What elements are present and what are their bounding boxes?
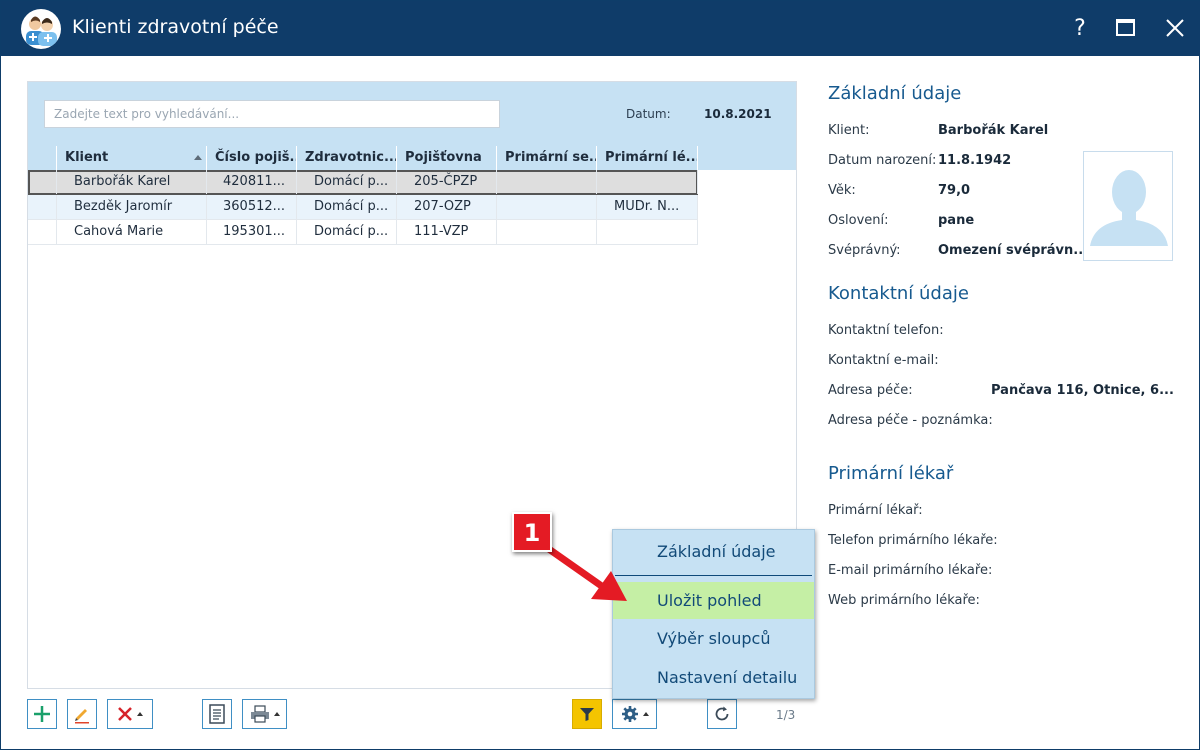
refresh-button[interactable]: [707, 699, 737, 729]
print-button[interactable]: [242, 699, 287, 729]
cell-health-care: Domácí p...: [297, 170, 397, 194]
field-value-birth-date: 11.8.1942: [938, 153, 1012, 168]
maximize-button[interactable]: [1109, 11, 1143, 45]
title-bar: Klienti zdravotní péče ?: [1, 1, 1200, 56]
date-value: 10.8.2021: [704, 107, 772, 121]
field-label: Kontaktní telefon:: [828, 323, 944, 338]
field-value-legal-capacity: Omezení svéprávn...: [938, 243, 1089, 258]
field-label: Svéprávný:: [828, 243, 901, 258]
sort-ascending-icon: [194, 155, 202, 160]
cell-client: Barbořák Karel: [57, 170, 207, 194]
field-label: Klient:: [828, 123, 870, 138]
cell-primary-nurse: [497, 220, 597, 244]
filter-button[interactable]: [572, 699, 602, 729]
cell-client: Cahová Marie: [57, 220, 207, 244]
field-label: Adresa péče:: [828, 383, 913, 398]
dropdown-caret-icon: [273, 712, 280, 716]
gear-icon: [621, 706, 638, 722]
field-label: Oslovení:: [828, 213, 889, 228]
field-value-care-address: Pančava 116, Otnice, 6...: [991, 383, 1174, 398]
cell-health-care: Domácí p...: [297, 195, 397, 219]
dropdown-caret-icon: [642, 712, 649, 716]
field-label: Telefon primárního lékaře:: [828, 533, 998, 548]
date-label: Datum:: [626, 107, 671, 121]
field-label: Adresa péče - poznámka:: [828, 413, 993, 428]
cell-insurer: 207-OZP: [397, 195, 497, 219]
section-title-contact: Kontaktní údaje: [828, 283, 969, 304]
client-photo-placeholder: [1083, 151, 1173, 261]
help-button[interactable]: ?: [1063, 11, 1097, 45]
table-row[interactable]: Bezděk Jaromír 360512... Domácí p... 207…: [28, 195, 698, 220]
main-window: Klienti zdravotní péče ? Datum: 10.8.202…: [0, 0, 1200, 750]
record-counter: 1/3: [776, 708, 796, 722]
field-label: Web primárního lékaře:: [828, 593, 980, 608]
cell-health-care: Domácí p...: [297, 220, 397, 244]
cell-primary-nurse: [497, 170, 597, 194]
cell-primary-doctor: [597, 220, 698, 244]
cell-client: Bezděk Jaromír: [57, 195, 207, 219]
report-button[interactable]: [202, 699, 232, 729]
add-button[interactable]: [27, 699, 57, 729]
menu-item-save-view[interactable]: Uložit pohled: [613, 582, 814, 619]
table-row[interactable]: Barbořák Karel 420811... Domácí p... 205…: [28, 170, 698, 195]
field-label: Věk:: [828, 183, 856, 198]
close-button[interactable]: [1158, 11, 1192, 45]
menu-separator: [615, 575, 812, 576]
maximize-icon: [1116, 19, 1135, 36]
clients-app-icon: [21, 9, 61, 49]
grid-header: Klient Číslo pojiš... Zdravotnic... Poji…: [28, 146, 796, 170]
document-icon: [209, 704, 225, 724]
row-indicator: [28, 195, 57, 219]
section-title-doctor: Primární lékař: [828, 463, 954, 484]
field-label: Datum narození:: [828, 153, 937, 168]
cell-insurance-number: 420811...: [207, 170, 297, 194]
pencil-icon: [75, 709, 89, 724]
filter-icon: [580, 708, 594, 721]
annotation-arrow: [542, 543, 627, 601]
plus-icon: [34, 706, 50, 722]
settings-button[interactable]: [612, 699, 657, 729]
delete-icon: [118, 707, 132, 721]
field-value-age: 79,0: [938, 183, 971, 198]
cell-primary-doctor: MUDr. N...: [597, 195, 698, 219]
dropdown-caret-icon: [137, 712, 143, 716]
cell-insurer: 111-VZP: [397, 220, 497, 244]
settings-popup-menu: Základní údaje Uložit pohled Výběr sloup…: [612, 529, 815, 699]
cell-insurance-number: 360512...: [207, 195, 297, 219]
menu-item-basic-info[interactable]: Základní údaje: [613, 533, 814, 570]
column-header-primary-doctor[interactable]: Primární lé...: [597, 146, 698, 170]
search-input[interactable]: [44, 100, 500, 128]
field-label: Primární lékař:: [828, 503, 923, 518]
column-header-insurer[interactable]: Pojišťovna: [397, 146, 497, 170]
field-value-client: Barbořák Karel: [938, 123, 1049, 138]
column-header-insurance-number[interactable]: Číslo pojiš...: [207, 146, 297, 170]
annotation-step-badge: 1: [512, 512, 552, 552]
table-row[interactable]: Cahová Marie 195301... Domácí p... 111-V…: [28, 220, 698, 245]
field-label: Kontaktní e-mail:: [828, 353, 939, 368]
section-title-basic: Základní údaje: [828, 83, 962, 104]
cell-insurer: 205-ČPZP: [397, 170, 497, 194]
delete-button[interactable]: [107, 699, 153, 729]
row-indicator: [28, 220, 57, 244]
search-bar: Datum: 10.8.2021: [28, 82, 796, 146]
column-header-primary-nurse[interactable]: Primární se...: [497, 146, 597, 170]
menu-item-column-chooser[interactable]: Výběr sloupců: [613, 620, 814, 657]
row-indicator: [28, 170, 57, 194]
cell-primary-doctor: [597, 170, 698, 194]
column-header-client[interactable]: Klient: [57, 146, 207, 170]
row-indicator-header: [28, 146, 57, 170]
field-value-salutation: pane: [938, 213, 975, 228]
edit-button[interactable]: [67, 699, 97, 729]
menu-item-detail-settings[interactable]: Nastavení detailu: [613, 659, 814, 696]
column-header-health-care[interactable]: Zdravotnic...: [297, 146, 397, 170]
refresh-icon: [715, 706, 729, 721]
cell-insurance-number: 195301...: [207, 220, 297, 244]
person-silhouette-icon: [1090, 170, 1168, 246]
field-label: E-mail primárního lékaře:: [828, 563, 993, 578]
window-title: Klienti zdravotní péče: [72, 16, 279, 38]
cell-primary-nurse: [497, 195, 597, 219]
printer-icon: [250, 705, 269, 723]
close-icon: [1166, 19, 1184, 37]
